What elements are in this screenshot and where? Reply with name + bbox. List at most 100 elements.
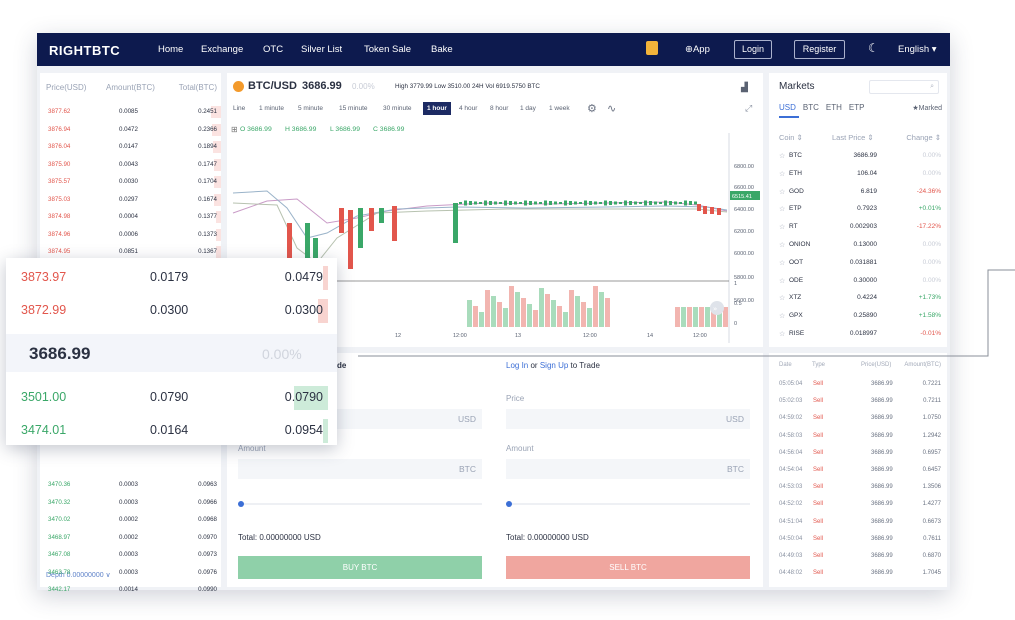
sell-price-input[interactable]: USD — [506, 409, 750, 429]
top-nav: RIGHTBTC Home Exchange OTC Silver List T… — [37, 33, 950, 66]
market-row[interactable]: ☆ RT 0.002903 -17.22% — [769, 220, 947, 235]
ask-row[interactable]: 3874.96 0.0006 0.1373 — [40, 228, 221, 242]
ask-amount: 0.0851 — [119, 248, 138, 255]
market-coin: GPX — [789, 312, 803, 320]
login-button[interactable]: Login — [734, 40, 772, 59]
bid-row[interactable]: 3470.36 0.0003 0.0963 — [40, 478, 221, 492]
market-coin: RISE — [789, 330, 805, 337]
sell-slider[interactable] — [506, 501, 750, 507]
ask-row[interactable]: 3877.62 0.0085 0.2451 — [40, 105, 221, 119]
star-icon[interactable]: ☆ — [779, 188, 785, 196]
zoom-bid-row[interactable]: 3501.00 0.0790 0.0790 — [6, 384, 337, 412]
candle — [459, 202, 462, 204]
trade-row: 04:50:04 Sell 3686.99 0.7611 — [769, 533, 947, 547]
zoom-ask-row[interactable]: 3873.97 0.0179 0.0479 — [6, 264, 337, 292]
trade-amount: 1.2942 — [922, 432, 941, 439]
register-button[interactable]: Register — [794, 40, 845, 59]
trade-row: 04:49:03 Sell 3686.99 0.6870 — [769, 550, 947, 564]
nav-exchange[interactable]: Exchange — [201, 44, 243, 55]
candle — [717, 208, 721, 215]
market-row[interactable]: ☆ OOT 0.031881 0.00% — [769, 256, 947, 271]
market-row[interactable]: ☆ BTC 3686.99 0.00% — [769, 149, 947, 164]
mk-header-price[interactable]: Last Price ⇕ — [832, 133, 874, 142]
star-icon[interactable]: ☆ — [779, 223, 785, 231]
zoom-bid-amount: 0.0790 — [150, 390, 189, 404]
trade-type: Sell — [813, 432, 824, 439]
ask-row[interactable]: 3875.03 0.0297 0.1674 — [40, 193, 221, 207]
zoom-ask-price: 3873.97 — [21, 270, 67, 284]
trade-type: Sell — [813, 501, 824, 508]
moon-icon[interactable]: ☾ — [868, 41, 879, 55]
gift-icon[interactable] — [646, 41, 658, 55]
zoom-ask-row[interactable]: 3872.99 0.0300 0.0300 — [6, 297, 337, 325]
market-tab-etp[interactable]: ETP — [849, 103, 865, 112]
ask-row[interactable]: 3874.98 0.0004 0.1377 — [40, 210, 221, 224]
buy-button[interactable]: BUY BTC — [238, 556, 482, 579]
market-row[interactable]: ☆ ETH 106.04 0.00% — [769, 167, 947, 182]
sell-button[interactable]: SELL BTC — [506, 556, 750, 579]
market-row[interactable]: ☆ RISE 0.018997 -0.01% — [769, 327, 947, 342]
buy-slider-handle[interactable] — [238, 501, 244, 507]
time-tick: 12:00 — [693, 333, 707, 339]
nav-otc[interactable]: OTC — [263, 44, 283, 55]
star-icon[interactable]: ☆ — [779, 330, 785, 338]
bid-row[interactable]: 3470.02 0.0002 0.0968 — [40, 513, 221, 527]
bid-amount: 0.0014 — [119, 586, 138, 593]
trade-price: 3686.99 — [871, 553, 893, 559]
market-row[interactable]: ☆ ETP 0.7923 +0.01% — [769, 202, 947, 217]
market-row[interactable]: ☆ ODE 0.30000 0.00% — [769, 274, 947, 289]
candle — [504, 200, 507, 206]
signup-link[interactable]: Sign Up — [540, 361, 568, 370]
bid-row[interactable]: 3468.97 0.0002 0.0970 — [40, 531, 221, 545]
bid-row[interactable]: 3442.17 0.0014 0.0990 — [40, 583, 221, 597]
ask-row[interactable]: 3875.90 0.0043 0.1747 — [40, 158, 221, 172]
mk-header-coin[interactable]: Coin ⇕ — [779, 133, 803, 142]
buy-slider[interactable] — [238, 501, 482, 507]
star-icon[interactable]: ☆ — [779, 205, 785, 213]
volume-bar — [509, 286, 514, 327]
ask-total: 0.1367 — [198, 248, 217, 255]
logo[interactable]: RIGHTBTC — [49, 43, 120, 58]
market-row[interactable]: ☆ ONION 0.13000 0.00% — [769, 238, 947, 253]
zoom-bid-row[interactable]: 3474.01 0.0164 0.0954 — [6, 417, 337, 445]
market-change: 0.00% — [922, 258, 941, 266]
nav-silver-list[interactable]: Silver List — [301, 44, 342, 55]
candle — [669, 201, 672, 205]
candle — [703, 206, 707, 214]
bid-row[interactable]: 3470.32 0.0003 0.0966 — [40, 496, 221, 510]
nav-bake[interactable]: Bake — [431, 44, 453, 55]
star-icon[interactable]: ☆ — [779, 170, 785, 178]
star-icon[interactable]: ☆ — [779, 241, 785, 249]
sell-amount-input[interactable]: BTC — [506, 459, 750, 479]
trade-type: Sell — [813, 518, 824, 525]
marked-filter[interactable]: ★Marked — [912, 104, 942, 112]
buy-amount-input[interactable]: BTC — [238, 459, 482, 479]
bid-row[interactable]: 3463.78 0.0003 0.0976 — [40, 566, 221, 580]
candle — [684, 200, 687, 206]
market-tab-btc[interactable]: BTC — [803, 103, 819, 112]
star-icon[interactable]: ☆ — [779, 152, 785, 160]
star-icon[interactable]: ☆ — [779, 277, 785, 285]
login-link[interactable]: Log In — [506, 361, 528, 370]
nav-home[interactable]: Home — [158, 44, 183, 55]
market-row[interactable]: ☆ GOD 6.819 -24.36% — [769, 185, 947, 200]
star-icon[interactable]: ☆ — [779, 312, 785, 320]
market-search-input[interactable]: ⌕ — [869, 80, 939, 94]
sell-slider-handle[interactable] — [506, 501, 512, 507]
ask-row[interactable]: 3874.95 0.0851 0.1367 — [40, 245, 221, 259]
language-select[interactable]: English ▾ — [898, 44, 937, 55]
star-icon[interactable]: ☆ — [779, 259, 785, 267]
market-tab-usd[interactable]: USD — [779, 103, 796, 112]
mk-header-change[interactable]: Change ⇕ — [906, 133, 941, 142]
ask-row[interactable]: 3875.57 0.0030 0.1704 — [40, 175, 221, 189]
market-tab-eth[interactable]: ETH — [826, 103, 842, 112]
ask-row[interactable]: 3876.04 0.0147 0.1894 — [40, 140, 221, 154]
market-change: +1.58% — [918, 312, 941, 320]
market-row[interactable]: ☆ GPX 0.25890 +1.58% — [769, 309, 947, 324]
market-row[interactable]: ☆ XTZ 0.4224 +1.73% — [769, 291, 947, 306]
nav-token-sale[interactable]: Token Sale — [364, 44, 411, 55]
app-link[interactable]: ⊕App — [685, 44, 710, 55]
ask-row[interactable]: 3876.94 0.0472 0.2366 — [40, 123, 221, 137]
star-icon[interactable]: ☆ — [779, 294, 785, 302]
bid-row[interactable]: 3467.08 0.0003 0.0973 — [40, 548, 221, 562]
